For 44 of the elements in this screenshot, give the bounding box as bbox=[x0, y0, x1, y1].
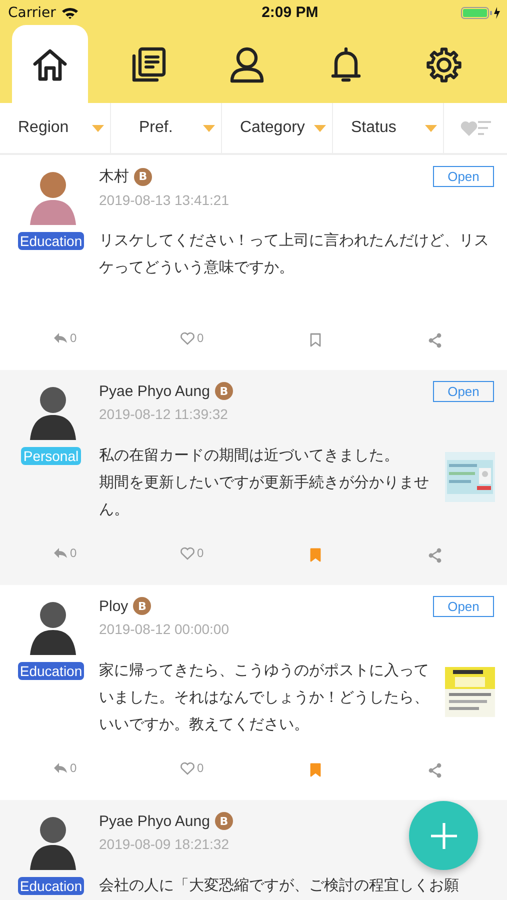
bell-icon bbox=[330, 46, 362, 84]
post-date: 2019-08-12 11:39:32 bbox=[99, 406, 229, 422]
category-tag: Education bbox=[18, 877, 84, 895]
author-name: 木村 bbox=[99, 167, 129, 186]
category-tag: Education bbox=[18, 232, 84, 250]
rank-badge: B bbox=[133, 597, 152, 615]
nav-tab[interactable] bbox=[12, 25, 88, 103]
rank-badge: B bbox=[214, 812, 233, 830]
post-date: 2019-08-13 13:41:21 bbox=[99, 192, 230, 208]
person-icon bbox=[228, 46, 266, 84]
status-button[interactable]: Open bbox=[433, 381, 494, 402]
category-tag: Education bbox=[18, 662, 84, 680]
post-text: 期間を更新したいですが更新手続きが分かりません。 bbox=[99, 472, 430, 520]
rank-badge: B bbox=[134, 168, 152, 186]
post-text: 私の在留カードの期間は近づいてきました。 bbox=[99, 445, 400, 466]
heart-filter-icon[interactable] bbox=[460, 119, 492, 137]
post-date: 2019-08-09 18:21:32 bbox=[99, 836, 230, 852]
author-name: Pyae Phyo Aung bbox=[99, 812, 210, 830]
share-icon[interactable] bbox=[428, 333, 442, 348]
reply-button[interactable]: 0 bbox=[53, 761, 77, 775]
bookmark-icon[interactable] bbox=[310, 333, 321, 347]
category-tag: Personal bbox=[21, 447, 81, 465]
home-icon bbox=[32, 48, 68, 82]
reply-button[interactable]: 0 bbox=[53, 331, 77, 345]
clock-time: 2:09 PM bbox=[262, 4, 318, 21]
post-text: リスケしてください！って上司に言われたんだけど、リスケってどういう意味ですか。 bbox=[99, 230, 490, 278]
post-text: 家に帰ってきたら、こうゆうのがポストに入っていました。それはなんでしょうか！どうしたら、いいですか。教えてください。 bbox=[99, 660, 430, 735]
status-button[interactable]: Open bbox=[433, 166, 494, 187]
bookmark-icon[interactable] bbox=[310, 548, 321, 562]
carrier-label: Carrier bbox=[8, 4, 56, 20]
rank-badge: B bbox=[214, 382, 233, 400]
post-date: 2019-08-12 00:00:00 bbox=[99, 621, 230, 637]
post-text: 会社の人に「大変恐縮ですが、ご検討の程宜しくお願 bbox=[99, 875, 460, 896]
reply-button[interactable]: 0 bbox=[53, 546, 77, 560]
author-name: Ploy bbox=[99, 598, 128, 614]
battery-icon bbox=[461, 6, 501, 20]
share-icon[interactable] bbox=[428, 763, 442, 778]
settings-icon bbox=[425, 46, 464, 84]
status-button[interactable]: Open bbox=[433, 596, 494, 617]
author-name: Pyae Phyo Aung bbox=[99, 382, 210, 400]
share-icon[interactable] bbox=[428, 548, 442, 563]
wifi-icon bbox=[60, 6, 79, 19]
bookmark-icon[interactable] bbox=[310, 763, 321, 777]
plus-icon bbox=[428, 820, 458, 850]
